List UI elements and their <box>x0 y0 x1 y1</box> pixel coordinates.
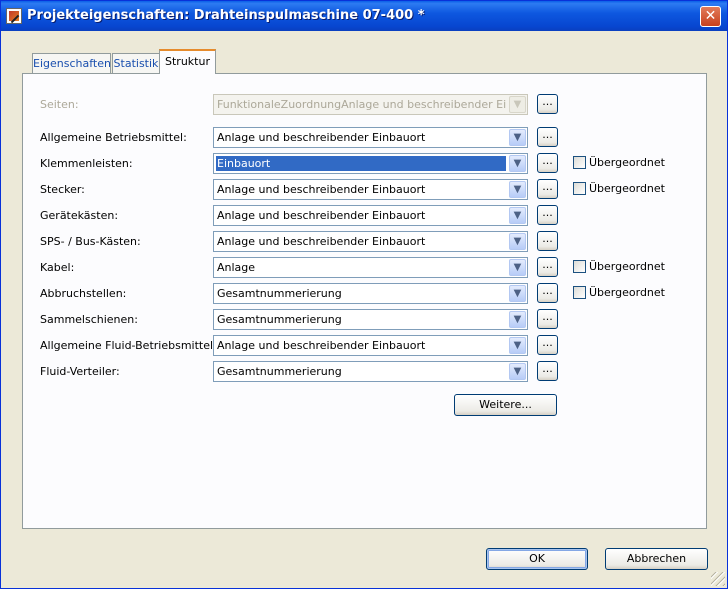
more-button[interactable]: Weitere... <box>454 394 557 416</box>
dialog-window: Projekteigenschaften: Drahteinspulmaschi… <box>0 0 728 589</box>
browse-button-klemmenleisten[interactable]: ... <box>537 153 558 173</box>
browse-button-sps-bus-kaesten[interactable]: ... <box>537 231 558 251</box>
chevron-down-icon[interactable]: ▼ <box>509 233 526 250</box>
checkbox-label[interactable]: Übergeordnet <box>589 286 665 299</box>
row-label-klemmenleisten: Klemmenleisten: <box>40 157 133 170</box>
combo-allgemeine-fluid-betriebsmittel[interactable]: Anlage und beschreibender Einbauort ▼ <box>213 335 528 356</box>
chevron-down-icon[interactable]: ▼ <box>509 259 526 276</box>
combo-allgemeine-betriebsmittel[interactable]: Anlage und beschreibender Einbauort ▼ <box>213 127 528 148</box>
browse-button-geraetekaesten[interactable]: ... <box>537 205 558 225</box>
combo-geraetekaesten[interactable]: Anlage und beschreibender Einbauort ▼ <box>213 205 528 226</box>
resize-grip-icon[interactable] <box>711 572 725 586</box>
combo-value: Gesamtnummerierung <box>217 287 342 300</box>
combo-fluid-verteiler[interactable]: Gesamtnummerierung ▼ <box>213 361 528 382</box>
combo-value: Anlage und beschreibender Einbauort <box>217 235 426 248</box>
browse-button-abbruchstellen[interactable]: ... <box>537 283 558 303</box>
cancel-button[interactable]: Abbrechen <box>605 548 708 570</box>
checkbox-label[interactable]: Übergeordnet <box>589 182 665 195</box>
checkbox-label[interactable]: Übergeordnet <box>589 156 665 169</box>
checkbox-uebergeordnet-kabel[interactable] <box>573 260 586 273</box>
app-icon <box>6 8 22 24</box>
combo-value: FunktionaleZuordnungAnlage und beschreib… <box>217 98 507 111</box>
chevron-down-icon[interactable]: ▼ <box>509 311 526 328</box>
combo-value: Anlage und beschreibender Einbauort <box>217 339 426 352</box>
ok-button[interactable]: OK <box>486 548 588 570</box>
tab-eigenschaften[interactable]: Eigenschaften <box>32 53 111 73</box>
combo-value: Anlage und beschreibender Einbauort <box>217 131 426 144</box>
chevron-down-icon[interactable]: ▼ <box>509 155 526 172</box>
row-label-sammelschienen: Sammelschienen: <box>40 313 138 326</box>
combo-stecker[interactable]: Anlage und beschreibender Einbauort ▼ <box>213 179 528 200</box>
row-label-fluid-verteiler: Fluid-Verteiler: <box>40 365 120 378</box>
row-label-allgemeine-betriebsmittel: Allgemeine Betriebsmittel: <box>40 131 187 144</box>
chevron-down-icon[interactable]: ▼ <box>509 129 526 146</box>
combo-sammelschienen[interactable]: Gesamtnummerierung ▼ <box>213 309 528 330</box>
combo-value: Anlage <box>217 261 256 274</box>
close-button[interactable]: ✕ <box>700 6 721 27</box>
checkbox-label[interactable]: Übergeordnet <box>589 260 665 273</box>
chevron-down-icon[interactable]: ▼ <box>509 285 526 302</box>
chevron-down-icon[interactable]: ▼ <box>509 181 526 198</box>
row-label-geraetekaesten: Gerätekästen: <box>40 209 119 222</box>
chevron-down-icon[interactable]: ▼ <box>509 207 526 224</box>
combo-abbruchstellen[interactable]: Gesamtnummerierung ▼ <box>213 283 528 304</box>
combo-seiten: FunktionaleZuordnungAnlage und beschreib… <box>213 94 528 115</box>
row-label-seiten: Seiten: <box>40 98 79 111</box>
combo-value: Anlage und beschreibender Einbauort <box>217 183 426 196</box>
combo-value: Gesamtnummerierung <box>217 313 342 326</box>
browse-button-allgemeine-betriebsmittel[interactable]: ... <box>537 127 558 147</box>
checkbox-uebergeordnet-stecker[interactable] <box>573 182 586 195</box>
checkbox-uebergeordnet-abbruchstellen[interactable] <box>573 286 586 299</box>
tab-struktur[interactable]: Struktur <box>159 49 216 74</box>
browse-button-stecker[interactable]: ... <box>537 179 558 199</box>
browse-button-fluid-verteiler[interactable]: ... <box>537 361 558 381</box>
chevron-down-icon[interactable]: ▼ <box>509 337 526 354</box>
chevron-down-icon: ▼ <box>509 96 526 113</box>
row-label-abbruchstellen: Abbruchstellen: <box>40 287 127 300</box>
row-label-allgemeine-fluid-betriebsmittel: Allgemeine Fluid-Betriebsmittel: <box>40 339 217 352</box>
combo-klemmenleisten[interactable]: Einbauort ▼ <box>213 153 528 174</box>
browse-button-sammelschienen[interactable]: ... <box>537 309 558 329</box>
row-label-stecker: Stecker: <box>40 183 85 196</box>
browse-button-kabel[interactable]: ... <box>537 257 558 277</box>
row-label-sps-bus-kaesten: SPS- / Bus-Kästen: <box>40 235 141 248</box>
combo-kabel[interactable]: Anlage ▼ <box>213 257 528 278</box>
chevron-down-icon[interactable]: ▼ <box>509 363 526 380</box>
combo-value: Einbauort <box>216 156 506 171</box>
window-title: Projekteigenschaften: Drahteinspulmaschi… <box>27 8 425 23</box>
tab-statistik[interactable]: Statistik <box>112 53 160 73</box>
combo-value: Anlage und beschreibender Einbauort <box>217 209 426 222</box>
browse-button-seiten[interactable]: ... <box>537 94 558 114</box>
combo-sps-bus-kaesten[interactable]: Anlage und beschreibender Einbauort ▼ <box>213 231 528 252</box>
title-bar[interactable]: Projekteigenschaften: Drahteinspulmaschi… <box>1 1 727 31</box>
checkbox-uebergeordnet-klemmenleisten[interactable] <box>573 156 586 169</box>
browse-button-allgemeine-fluid-betriebsmittel[interactable]: ... <box>537 335 558 355</box>
row-label-kabel: Kabel: <box>40 261 75 274</box>
combo-value: Gesamtnummerierung <box>217 365 342 378</box>
